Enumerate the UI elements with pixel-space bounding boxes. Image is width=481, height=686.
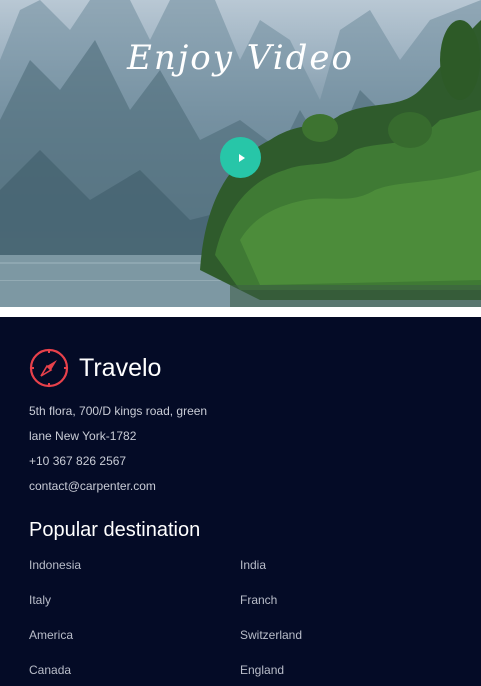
compass-icon (29, 348, 69, 388)
destination-link[interactable]: India (240, 558, 266, 572)
destination-link[interactable]: Franch (240, 593, 277, 607)
play-video-button[interactable] (220, 137, 261, 178)
contact-info: 5th flora, 700/D kings road, green lane … (29, 403, 207, 503)
address-line-1: 5th flora, 700/D kings road, green (29, 404, 208, 418)
destination-link[interactable]: Italy (29, 593, 51, 607)
footer: Travelo 5th flora, 700/D kings road, gre… (0, 317, 481, 686)
video-hero: Enjoy Video (0, 0, 481, 307)
popular-destination-heading: Popular destination (29, 519, 201, 541)
address-line-2: lane New York-1782 (29, 429, 137, 443)
destination-link[interactable]: Switzerland (240, 628, 302, 642)
phone-number[interactable]: +10 367 826 2567 (29, 453, 207, 478)
destination-link[interactable]: Canada (29, 663, 71, 677)
play-icon (238, 153, 245, 162)
brand-name: Travelo (79, 353, 162, 382)
destination-link[interactable]: England (240, 663, 284, 677)
email-address[interactable]: contact@carpenter.com (29, 478, 207, 503)
footer-brand[interactable]: Travelo (29, 348, 161, 388)
hero-title: Enjoy Video (127, 38, 354, 78)
section-divider (0, 307, 481, 317)
destination-link[interactable]: Indonesia (29, 558, 81, 572)
destination-link[interactable]: America (29, 628, 73, 642)
